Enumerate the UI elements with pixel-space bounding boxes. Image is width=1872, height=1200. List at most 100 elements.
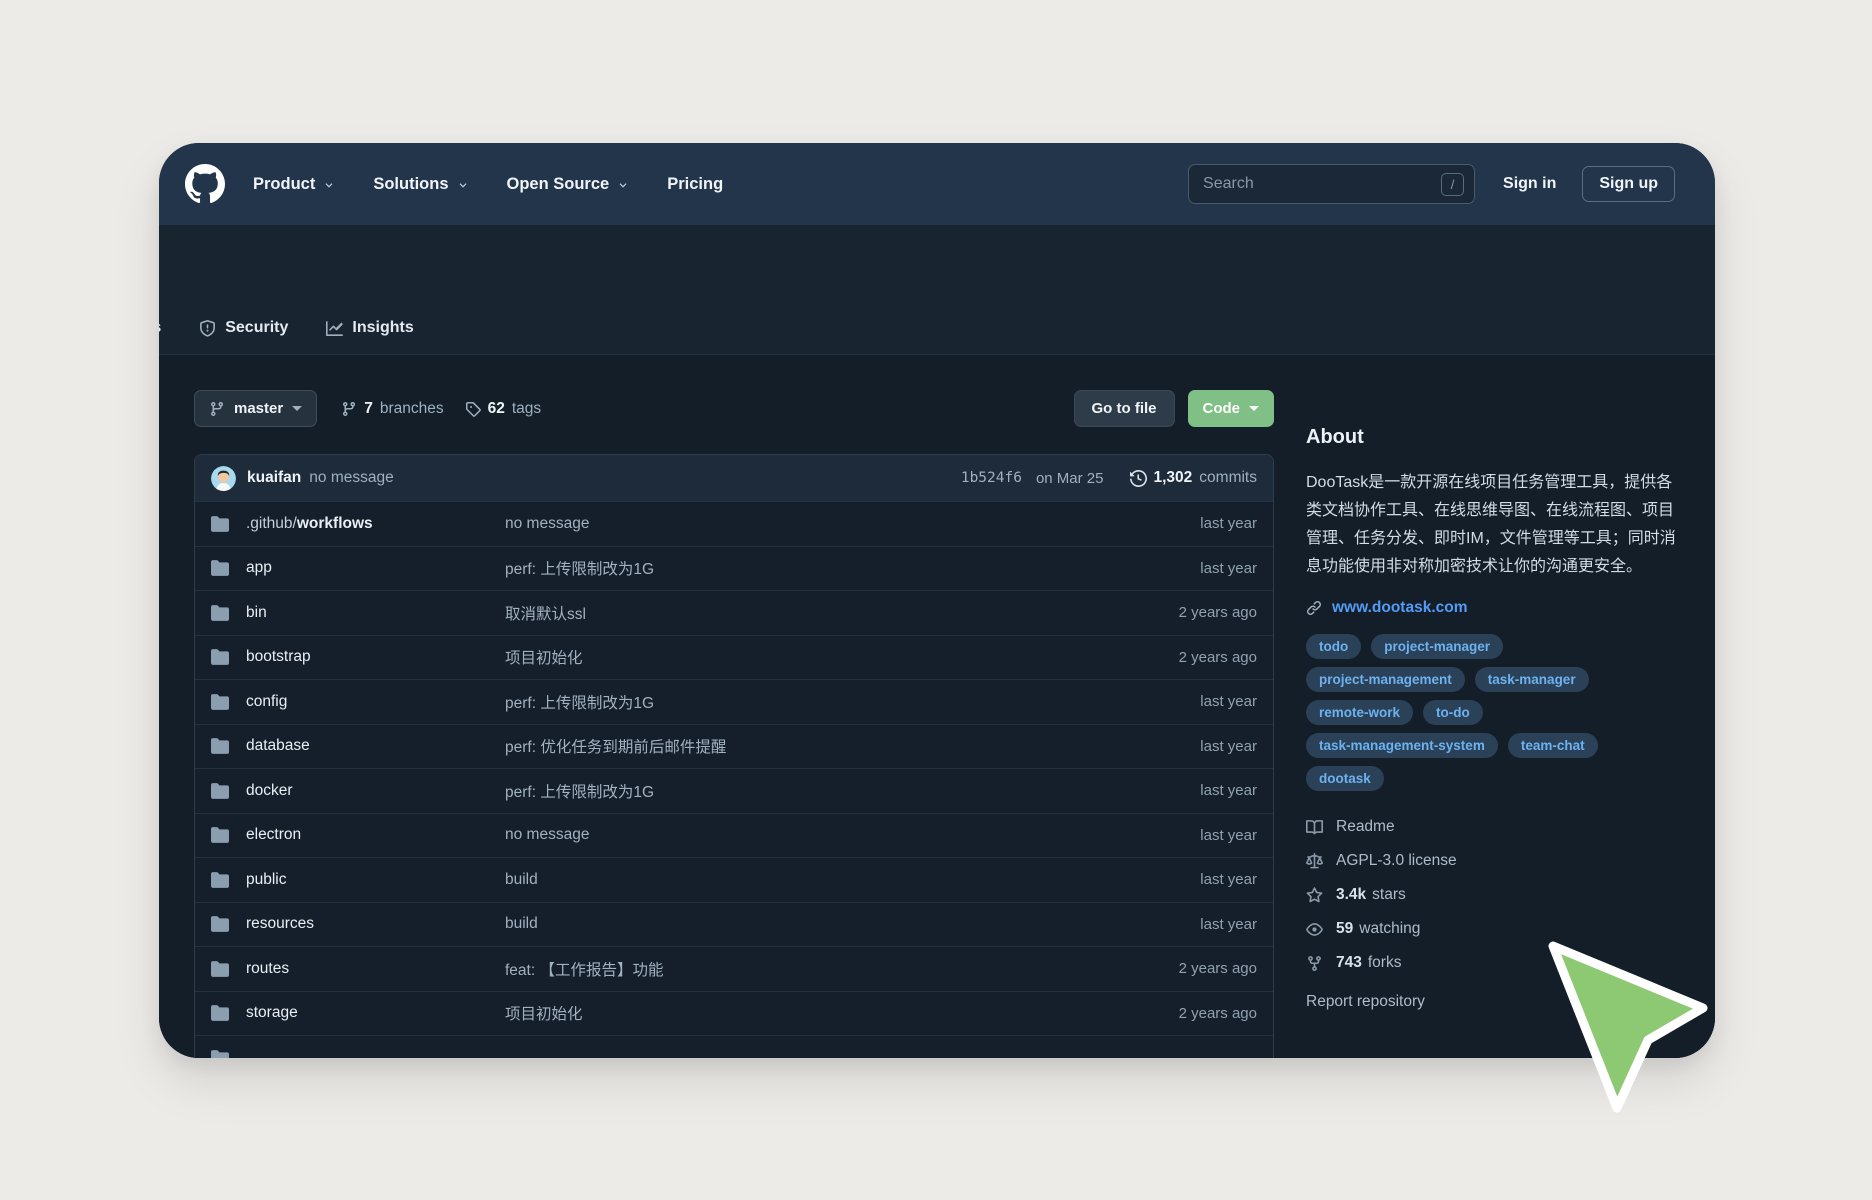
file-name-link[interactable]: docker <box>246 782 293 800</box>
file-name-link[interactable]: app <box>246 559 272 577</box>
chevron-down-icon <box>616 178 630 192</box>
nav-menu-item[interactable]: Solutions <box>373 175 469 194</box>
nav-menu-item[interactable]: Product <box>253 175 336 194</box>
search-box[interactable]: / <box>1188 164 1475 204</box>
folder-icon <box>211 826 229 844</box>
file-commit-message-link[interactable]: perf: 上传限制改为1G <box>505 691 1113 713</box>
sign-up-button[interactable]: Sign up <box>1582 166 1675 202</box>
stars-link[interactable]: 3.4k stars <box>1306 886 1678 904</box>
topic-tag[interactable]: project-management <box>1306 667 1465 692</box>
topic-tag[interactable]: dootask <box>1306 766 1384 791</box>
file-table-row[interactable]: resources build last year <box>195 902 1273 947</box>
file-commit-date: 2 years ago <box>1113 960 1273 977</box>
topic-tag[interactable]: todo <box>1306 634 1361 659</box>
tags-link[interactable]: 62 tags <box>465 400 542 418</box>
tab-projects-cutoff[interactable]: ts <box>159 319 161 337</box>
file-name-link[interactable]: public <box>246 871 287 889</box>
file-commit-message-link[interactable]: no message <box>505 826 1113 844</box>
avatar[interactable] <box>211 466 236 491</box>
tab-insights[interactable]: Insights <box>326 319 413 337</box>
file-table-row[interactable]: .github/workflows no message last year <box>195 501 1273 546</box>
latest-commit-row: kuaifan no message 1b524f6 on Mar 25 1,3… <box>195 455 1273 501</box>
file-table-row[interactable]: electron no message last year <box>195 813 1273 858</box>
file-table-row[interactable]: bootstrap 项目初始化 2 years ago <box>195 635 1273 680</box>
file-table-row[interactable]: config perf: 上传限制改为1G last year <box>195 679 1273 724</box>
file-commit-date: last year <box>1113 693 1273 710</box>
meta-label: forks <box>1368 954 1402 972</box>
nav-menu-item[interactable]: Open Source <box>507 175 631 194</box>
graph-icon <box>326 320 343 337</box>
current-branch-label: master <box>234 400 283 417</box>
file-table-row[interactable]: public build last year <box>195 857 1273 902</box>
file-table-row[interactable]: docker perf: 上传限制改为1G last year <box>195 768 1273 813</box>
file-name-cell: .github/workflows <box>195 515 505 533</box>
commit-hash-link[interactable]: 1b524f6 <box>961 470 1022 486</box>
nav-menu-item[interactable]: Pricing <box>667 175 723 194</box>
file-commit-message-link[interactable]: perf: 上传限制改为1G <box>505 780 1113 802</box>
file-name-cell: docker <box>195 782 505 800</box>
repo-tabs: ts Security Insights <box>159 302 414 354</box>
repo-meta-list: Readme AGPL-3.0 license 3.4k stars 59 wa… <box>1306 818 1678 972</box>
website-link[interactable]: www.dootask.com <box>1332 599 1468 617</box>
file-commit-message-link[interactable]: 取消默认ssl <box>505 602 1113 624</box>
tab-label: Insights <box>352 319 413 337</box>
file-table-row[interactable]: routes feat: 【工作报告】功能 2 years ago <box>195 946 1273 991</box>
commit-author-link[interactable]: kuaifan <box>247 469 301 487</box>
topic-tag[interactable]: to-do <box>1423 700 1483 725</box>
topic-tag[interactable]: task-management-system <box>1306 733 1498 758</box>
file-name-link[interactable]: .github/workflows <box>246 515 373 533</box>
file-table-row[interactable]: bin 取消默认ssl 2 years ago <box>195 590 1273 635</box>
forks-link[interactable]: 743 forks <box>1306 954 1678 972</box>
search-input[interactable] <box>1203 175 1441 193</box>
file-name-link[interactable]: storage <box>246 1004 298 1022</box>
file-table-row[interactable]: database perf: 优化任务到期前后邮件提醒 last year <box>195 724 1273 769</box>
file-name-link[interactable]: resources <box>246 915 314 933</box>
file-commit-message-link[interactable]: 项目初始化 <box>505 646 1113 668</box>
github-logo-icon[interactable] <box>185 164 225 204</box>
file-name-cell: bin <box>195 604 505 622</box>
go-to-file-button[interactable]: Go to file <box>1074 390 1175 427</box>
report-repository-link[interactable]: Report repository <box>1306 993 1678 1011</box>
file-commit-date: 2 years ago <box>1113 1005 1273 1022</box>
eye-icon <box>1306 921 1323 938</box>
about-description: DooTask是一款开源在线项目任务管理工具，提供各类文档协作工具、在线思维导图… <box>1306 469 1678 581</box>
commits-history-link[interactable]: 1,302 commits <box>1130 469 1258 487</box>
code-button[interactable]: Code <box>1188 390 1275 427</box>
folder-icon <box>211 960 229 978</box>
folder-icon <box>211 915 229 933</box>
topic-tag[interactable]: remote-work <box>1306 700 1413 725</box>
topic-tag[interactable]: team-chat <box>1508 733 1598 758</box>
watching-link[interactable]: 59 watching <box>1306 920 1678 938</box>
license-link[interactable]: AGPL-3.0 license <box>1306 852 1678 870</box>
avatar-image <box>211 466 236 491</box>
file-commit-message-link[interactable]: feat: 【工作报告】功能 <box>505 958 1113 980</box>
file-commit-message-link[interactable]: build <box>505 871 1113 889</box>
topic-tag[interactable]: task-manager <box>1475 667 1589 692</box>
about-title: About <box>1306 426 1678 449</box>
file-name-link[interactable]: database <box>246 737 310 755</box>
branches-link[interactable]: 7 branches <box>341 400 443 418</box>
file-commit-message-link[interactable]: 项目初始化 <box>505 1002 1113 1024</box>
meta-count: 743 <box>1336 954 1362 972</box>
commits-label: commits <box>1199 469 1257 487</box>
file-name-link[interactable]: config <box>246 693 287 711</box>
file-commit-message-link[interactable]: perf: 上传限制改为1G <box>505 557 1113 579</box>
commit-message[interactable]: no message <box>309 469 393 487</box>
file-table-row[interactable]: storage 项目初始化 2 years ago <box>195 991 1273 1036</box>
tab-security[interactable]: Security <box>199 319 288 337</box>
file-table-row[interactable] <box>195 1035 1273 1058</box>
file-commit-message-link[interactable]: perf: 优化任务到期前后邮件提醒 <box>505 735 1113 757</box>
folder-icon <box>211 871 229 889</box>
file-name-link[interactable]: bootstrap <box>246 648 311 666</box>
sign-in-link[interactable]: Sign in <box>1503 175 1556 193</box>
branch-selector-button[interactable]: master <box>194 390 317 427</box>
topic-tag[interactable]: project-manager <box>1371 634 1503 659</box>
file-table-row[interactable]: app perf: 上传限制改为1G last year <box>195 546 1273 591</box>
file-commit-message-link[interactable]: build <box>505 915 1113 933</box>
file-name-link[interactable]: electron <box>246 826 301 844</box>
readme-link[interactable]: Readme <box>1306 818 1678 836</box>
file-name-link[interactable]: bin <box>246 604 267 622</box>
file-name-link[interactable]: routes <box>246 960 289 978</box>
repo-toolbar: master 7 branches 62 tags Go to file Cod… <box>194 390 1274 427</box>
file-commit-message-link[interactable]: no message <box>505 515 1113 533</box>
